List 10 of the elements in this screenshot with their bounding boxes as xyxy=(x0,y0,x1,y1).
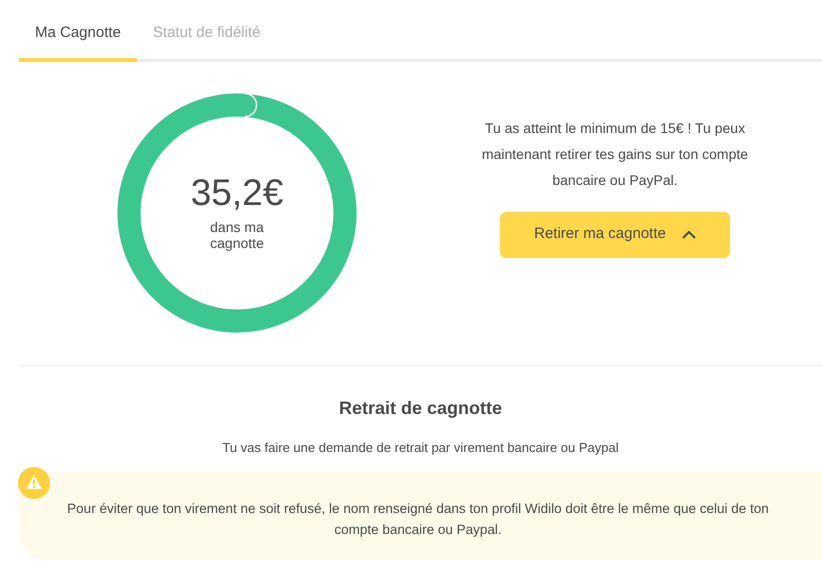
minimum-message: Tu as atteint le minimum de 15€ ! Tu peux maintenant retirer tes gains sur ton compte bancaire ou PayPal. xyxy=(480,118,750,190)
balance-amount: 35,2€ xyxy=(190,174,284,211)
warning-icon xyxy=(18,467,50,499)
caret-icon xyxy=(682,230,696,239)
section-subtitle: Tu vas faire une demande de retrait par virement bancaire ou Paypal xyxy=(222,438,619,457)
tab[interactable]: Ma Cagnotte xyxy=(19,18,137,62)
warning-message: Pour éviter que ton virement ne soit refusé, le nom renseigné dans ton profil Widilo doit être le même que celui de ton compte bancaire ou Paypal. xyxy=(66,500,770,539)
balance-caption: dans ma cagnotte xyxy=(209,219,265,251)
section-title: Retrait de cagnotte xyxy=(338,396,502,420)
withdraw-button[interactable]: Retirer ma cagnotte xyxy=(500,212,730,258)
